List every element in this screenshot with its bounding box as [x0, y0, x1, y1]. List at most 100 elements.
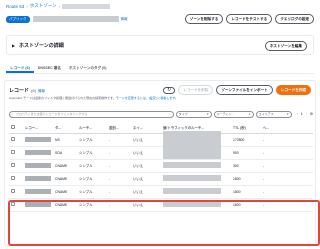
record-name-redacted — [25, 201, 51, 207]
record-value-redacted — [163, 188, 221, 194]
column-header-health[interactable]: ヘ... — [261, 123, 313, 134]
record-alias: いいえ — [131, 159, 161, 173]
edit-hosted-zone-button[interactable]: ホストゾーンを編集 — [264, 41, 307, 51]
column-header-alias[interactable]: エイ... — [131, 123, 161, 134]
record-routing: シンプル — [77, 159, 107, 173]
chevron-down-icon: ▾ — [249, 112, 251, 116]
column-header-type[interactable]: タ... — [53, 123, 77, 134]
create-record-button[interactable]: レコードを作成 — [275, 85, 311, 95]
details-title: ホストゾーンの詳細 — [19, 43, 64, 49]
record-ttl: 1800 — [231, 185, 261, 199]
record-ttl: 300 — [231, 159, 261, 173]
table-row[interactable]: CNAME シンプル - いいえ 300 - — [9, 159, 313, 173]
table-row[interactable]: CNAME シンプル - いいえ 1800 - — [9, 198, 313, 212]
record-type: CNAME — [53, 185, 77, 199]
record-ttl: 1800 — [231, 198, 261, 212]
record-diff: - — [107, 198, 131, 212]
alias-filter-select[interactable]: エイリアス ▾ — [255, 110, 292, 118]
row-checkbox[interactable] — [11, 202, 15, 206]
record-diff: - — [107, 159, 131, 173]
table-row[interactable]: CNAME シンプル - いいえ 1800 - — [9, 185, 313, 199]
row-checkbox[interactable] — [11, 137, 15, 141]
row-checkbox[interactable] — [11, 163, 15, 167]
record-alias: いいえ — [131, 146, 161, 160]
record-health: - — [261, 159, 313, 173]
public-badge: パブリック — [6, 15, 30, 23]
record-routing: シンプル — [77, 198, 107, 212]
record-value-redacted — [163, 162, 221, 168]
records-description: Automatic モードは最新のフィルタ処理と関連付けられた現在の検索動作です… — [9, 96, 179, 100]
record-ttl: 172800 — [231, 133, 261, 147]
type-filter-select[interactable]: タイプ ▾ — [175, 110, 212, 118]
record-type: CNAME — [53, 198, 77, 212]
header-info-link[interactable]: 情報 — [121, 17, 128, 22]
records-info-link[interactable]: 情報 — [38, 89, 45, 94]
record-diff: - — [107, 146, 131, 160]
chevron-right-icon: › — [26, 3, 28, 9]
record-routing: シンプル — [77, 185, 107, 199]
record-diff: - — [107, 133, 131, 147]
record-name-redacted — [25, 136, 51, 142]
record-alias: いいえ — [131, 185, 161, 199]
record-ttl: 900 — [231, 146, 261, 160]
row-checkbox[interactable] — [11, 176, 15, 180]
delete-zone-button[interactable]: ゾーンを削除する — [184, 14, 224, 24]
delete-record-button[interactable]: レコードを削除 — [178, 85, 214, 95]
page-header: パブリック 情報 ゾーンを削除する レコードをテストする クエリログの設定 — [6, 14, 314, 24]
tab-tags[interactable]: ホストゾーンのタグ (0) — [65, 64, 111, 73]
record-value-redacted — [163, 175, 221, 181]
record-value-redacted — [163, 130, 221, 159]
table-row[interactable]: SOA シンプル - いいえ 900 - — [9, 146, 313, 160]
breadcrumb: Route 53 › ホストゾーン › — [6, 3, 111, 9]
record-diff: - — [107, 172, 131, 186]
record-diff: - — [107, 185, 131, 199]
record-type: NS — [53, 133, 77, 147]
record-health: - — [261, 146, 313, 160]
page-title-redacted — [32, 16, 119, 22]
row-checkbox[interactable] — [11, 189, 15, 193]
caret-right-icon[interactable]: ▶ — [12, 43, 15, 48]
record-name-redacted — [25, 175, 51, 181]
records-title: レコード — [9, 88, 30, 94]
checkbox[interactable] — [11, 125, 15, 130]
record-type: CNAME — [53, 159, 77, 173]
chevron-down-icon: ▾ — [287, 112, 289, 116]
record-type: CNAME — [53, 172, 77, 186]
table-row[interactable]: NS シンプル - いいえ 172800 - — [9, 130, 313, 159]
records-panel: レコード (6) 情報 ↻ レコードを削除 ゾーンファイルをインポート レコード… — [4, 80, 320, 246]
table-header-row: レコー... タ... ルーテ... 差別... エイ... 値/トラフィックの… — [9, 123, 313, 134]
tab-dnssec[interactable]: DNSSEC 署名 — [34, 64, 65, 73]
chevron-right-icon[interactable]: › — [306, 112, 307, 116]
hosted-zone-details-panel: ▶ ホストゾーンの詳細 ホストゾーンを編集 — [6, 35, 314, 55]
chevron-right-icon: › — [58, 3, 61, 9]
breadcrumb-route53-link[interactable]: Route 53 — [6, 4, 24, 9]
query-logging-button[interactable]: クエリログの設定 — [275, 14, 314, 24]
filter-row: ⌕ プロパティまたは値でレコードをフィルタリングする タイプ ▾ ルーティン...… — [9, 110, 313, 118]
chevron-left-icon[interactable]: ‹ — [297, 112, 298, 116]
tab-bar: レコード (6) DNSSEC 署名 ホストゾーンのタグ (0) — [6, 64, 314, 74]
record-routing: シンプル — [77, 172, 107, 186]
page-number[interactable]: 1 — [301, 112, 303, 116]
import-zone-file-button[interactable]: ゾーンファイルをインポート — [216, 85, 273, 95]
search-input[interactable]: ⌕ プロパティまたは値でレコードをフィルタリングする — [9, 110, 174, 118]
record-health: - — [261, 198, 313, 212]
column-header-routing[interactable]: ルーテ... — [77, 123, 107, 134]
column-header-differentiator[interactable]: 差別... — [107, 123, 131, 134]
select-all-header[interactable] — [9, 123, 23, 134]
test-record-button[interactable]: レコードをテストする — [226, 14, 273, 24]
record-alias: いいえ — [131, 133, 161, 147]
column-header-ttl[interactable]: TTL (秒) — [231, 123, 261, 134]
column-header-record-name[interactable]: レコー... — [23, 123, 53, 134]
settings-link[interactable]: モードを変更するには、[設定] に移動します。 — [116, 96, 178, 100]
tab-records[interactable]: レコード (6) — [6, 64, 34, 73]
gear-icon[interactable]: ⚙ — [310, 112, 313, 116]
refresh-icon[interactable]: ↻ — [163, 86, 176, 94]
records-table: レコー... タ... ルーテ... 差別... エイ... 値/トラフィックの… — [9, 123, 313, 212]
row-checkbox[interactable] — [11, 150, 15, 154]
breadcrumb-hosted-zones-link[interactable]: ホストゾーン — [30, 3, 57, 9]
record-name-redacted — [25, 188, 51, 194]
pagination: ‹ 1 › ⚙ — [297, 112, 313, 116]
routing-filter-select[interactable]: ルーティン... ▾ — [213, 110, 254, 118]
table-row[interactable]: CNAME シンプル - いいえ 1800 - — [9, 172, 313, 186]
record-type: SOA — [53, 146, 77, 160]
